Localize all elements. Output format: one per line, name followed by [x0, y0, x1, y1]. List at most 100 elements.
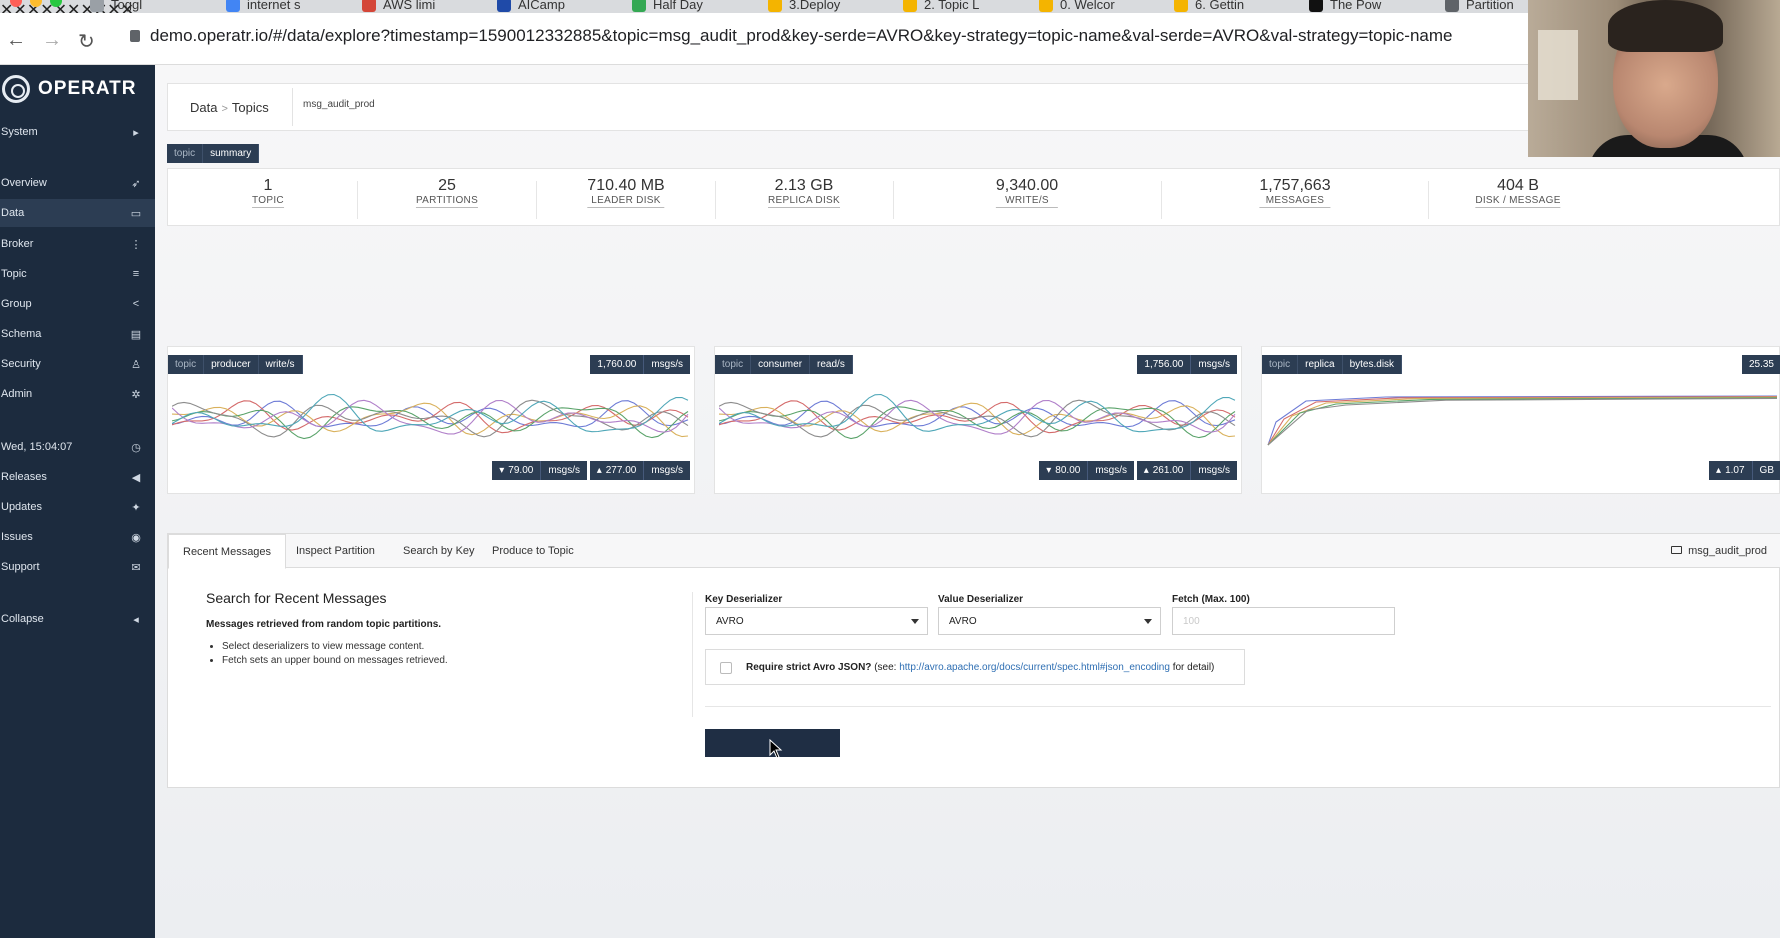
browser-tab[interactable]: 6. Gettin	[1174, 0, 1244, 13]
browser-tab[interactable]: Half Day	[632, 0, 703, 13]
browser-tab[interactable]: 0. Welcor	[1039, 0, 1115, 13]
chart-badges: topic producer write/s	[168, 355, 303, 374]
stat-divider	[893, 181, 894, 219]
lock-icon	[130, 30, 140, 42]
panel-topic-text: msg_audit_prod	[1688, 545, 1767, 557]
sidebar-item-data[interactable]: Data ▭	[0, 199, 155, 227]
browser-tab[interactable]: Toggl	[90, 0, 142, 13]
browser-tab[interactable]: The Pow	[1309, 0, 1381, 13]
sidebar-item-updates[interactable]: Updates ✦	[0, 493, 155, 521]
sidebar-item-schema[interactable]: Schema ▤	[0, 320, 155, 348]
badge-topic: topic	[167, 144, 204, 163]
back-icon[interactable]: ←	[6, 29, 26, 52]
sparkline-series	[172, 399, 689, 438]
sidebar-item-collapse[interactable]: Collapse ◂	[0, 605, 155, 633]
sidebar-item-overview[interactable]: Overview ➶	[0, 169, 155, 197]
webcam-overlay	[1528, 0, 1780, 157]
browser-tab-label: 3.Deploy	[789, 0, 841, 12]
sidebar-item-topic[interactable]: Topic ≡	[0, 260, 155, 288]
strict-avro-label: Require strict Avro JSON?	[746, 662, 872, 673]
value-deserializer-value: AVRO	[949, 616, 977, 627]
pill-unit: GB	[1751, 461, 1780, 480]
tab-favicon-icon	[632, 0, 646, 12]
sidebar-item-security[interactable]: Security ♙	[0, 350, 155, 378]
strict-avro-checkbox[interactable]	[720, 662, 732, 674]
sidebar-item-label: Security	[1, 358, 41, 370]
sidebar-item-system[interactable]: System ▸	[0, 118, 155, 146]
stat-messages: 1,757,663 MESSAGES	[1259, 177, 1331, 208]
form-divider	[705, 706, 1771, 707]
pill-value: 277.00	[605, 465, 637, 476]
list-item: Fetch sets an upper bound on messages re…	[222, 655, 448, 666]
tab-recent-messages[interactable]: Recent Messages	[168, 534, 287, 569]
stat-divider	[715, 181, 716, 219]
browser-tab-label: The Pow	[1330, 0, 1382, 12]
browser-tab[interactable]: Partition	[1445, 0, 1514, 13]
browser-tab[interactable]: 2. Topic L	[903, 0, 979, 13]
sidebar-item-label: Group	[1, 298, 32, 310]
brand-logo[interactable]: OPERATR	[2, 75, 136, 103]
url-field[interactable]: demo.operatr.io/#/data/explore?timestamp…	[130, 26, 1452, 46]
sidebar-item-broker[interactable]: Broker ⋮	[0, 230, 155, 258]
browser-tab-label: AICamp	[518, 0, 565, 12]
stat-value: 9,340.00	[995, 177, 1059, 194]
sidebar: OPERATR System ▸ Overview ➶ Data ▭ Broker ⋮ Topi…	[0, 65, 155, 938]
tab-produce-to-topic[interactable]: Produce to Topic	[478, 534, 588, 568]
key-deserializer-select[interactable]: AVRO	[705, 607, 928, 635]
sparkline-chart	[719, 393, 1236, 440]
chart-max-pill: ▴ 261.00 msgs/s	[1136, 461, 1237, 480]
browser-tab[interactable]: AICamp	[497, 0, 565, 13]
metric-chart-card: topic replica bytes.disk 25.35 ▴ 1.07 GB	[1261, 346, 1780, 494]
releases-icon: ◀	[131, 471, 141, 484]
screen: Toggl ✕ internet s ✕ AWS limi ✕ AICamp ✕ Half Da…	[0, 0, 1780, 938]
sidebar-item-label: Schema	[1, 328, 42, 340]
stat-divider	[357, 181, 358, 219]
sidebar-item-issues[interactable]: Issues ◉	[0, 523, 155, 551]
browser-tab[interactable]: 3.Deploy	[768, 0, 840, 13]
metric-chart-card: topic consumer read/s 1,756.00 msgs/s ▴ 261.00…	[714, 346, 1242, 494]
sidebar-item-releases[interactable]: Releases ◀	[0, 463, 155, 491]
pill-value: 79.00	[508, 465, 534, 476]
security-icon: ♙	[131, 358, 141, 371]
breadcrumb-separator: >	[221, 103, 228, 115]
sidebar-item-wed-15-04-07[interactable]: Wed, 15:04:07 ◷	[0, 433, 155, 461]
sidebar-item-support[interactable]: Support ✉	[0, 553, 155, 581]
browser-tab[interactable]: internet s	[226, 0, 300, 13]
close-tab-icon[interactable]: ✕	[67, 2, 80, 13]
sidebar-item-label: Wed, 15:04:07	[1, 441, 73, 453]
address-bar: ← → ↻ demo.operatr.io/#/data/explore?tim…	[0, 13, 1780, 65]
updates-icon: ✦	[131, 501, 141, 514]
value-deserializer-select[interactable]: AVRO	[938, 607, 1161, 635]
arrow-icon: ▾	[499, 465, 505, 476]
browser-tab[interactable]: AWS limi	[362, 0, 435, 13]
breadcrumb-topics[interactable]: Topics	[232, 100, 269, 115]
list-item: Select deserializers to view message con…	[222, 641, 448, 652]
tab-search-by-key[interactable]: Search by Key	[389, 534, 489, 568]
pill-unit: msgs/s	[1087, 461, 1134, 480]
tab-inspect-partition[interactable]: Inspect Partition	[282, 534, 389, 568]
pill-unit: msgs/s	[540, 461, 587, 480]
browser-tab-label: Half Day	[653, 0, 703, 12]
chart-badges: topic replica bytes.disk	[1262, 355, 1403, 374]
tab-favicon-icon	[1039, 0, 1053, 12]
stat-replica-disk: 2.13 GB REPLICA DISK	[768, 177, 840, 208]
breadcrumb: Data > Topics	[190, 100, 269, 115]
arrow-icon: ▴	[1716, 465, 1722, 476]
reload-icon[interactable]: ↻	[78, 29, 95, 54]
forward-icon[interactable]: →	[42, 29, 62, 52]
current-value-text: 1,760.00	[597, 359, 637, 370]
stat-value: 404 B	[1497, 177, 1539, 194]
tab-favicon-icon	[903, 0, 917, 12]
caret-down-icon	[1144, 619, 1152, 624]
browser-tab-label: 2. Topic L	[924, 0, 980, 12]
wed-15-04-07-icon: ◷	[131, 441, 141, 454]
chart-current-value: 1,760.00 msgs/s	[590, 355, 690, 374]
fetch-input[interactable]: 100	[1172, 607, 1395, 635]
sidebar-item-group[interactable]: Group <	[0, 290, 155, 318]
breadcrumb-data[interactable]: Data	[190, 100, 217, 115]
messages-panel: Recent Messages Inspect Partition Search…	[167, 533, 1780, 788]
sidebar-item-admin[interactable]: Admin ✲	[0, 380, 155, 408]
stat-write-s: 9,340.00 WRITE/S	[995, 177, 1059, 208]
chart-badge: topic	[1262, 355, 1299, 374]
avro-spec-link[interactable]: http://avro.apache.org/docs/current/spec…	[899, 662, 1170, 673]
